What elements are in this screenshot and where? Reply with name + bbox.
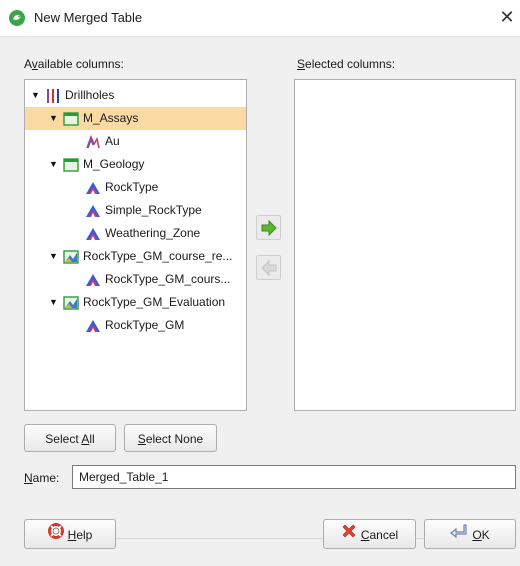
tree-item[interactable]: ▼ M_Geology [25,153,246,176]
category-column-icon [85,203,101,219]
numeric-column-icon [85,134,101,150]
name-input[interactable] [72,465,516,489]
add-column-button[interactable] [256,215,281,240]
drillholes-icon [45,88,61,104]
leapfrog-app-icon [9,10,25,26]
tree-item-label: RockType_GM_cours... [105,272,231,286]
help-button[interactable]: Help [24,519,116,549]
name-label: Name: [24,471,60,485]
tree-item-label: Simple_RockType [105,203,202,217]
tree-item[interactable]: Weathering_Zone [25,222,246,245]
tree-item-label: Drillholes [65,88,115,102]
expand-arrow-icon[interactable]: ▼ [49,245,58,268]
tree-item[interactable]: ▼ Drillholes [25,84,246,107]
tree-item-label: Au [105,134,120,148]
tree-item-label: RockType [105,180,159,194]
category-column-icon [85,272,101,288]
expand-arrow-icon[interactable]: ▼ [49,291,58,314]
select-none-button[interactable]: Select None [124,424,217,452]
tree-item[interactable]: Simple_RockType [25,199,246,222]
remove-column-button[interactable] [256,255,281,280]
category-column-icon [85,318,101,334]
available-columns-tree[interactable]: ▼ Drillholes ▼ M_Assays Au ▼ M_Geology RockType… [24,79,247,411]
tree-item-label: RockType_GM [105,318,185,332]
category-column-icon [85,226,101,242]
tree-item[interactable]: ▼ RockType_GM_course_re... [25,245,246,268]
category-column-icon [85,180,101,196]
window-title: New Merged Table [34,10,143,25]
expand-arrow-icon[interactable]: ▼ [49,153,58,176]
model-table-icon [63,249,79,265]
table-icon [63,157,79,173]
tree-item[interactable]: RockType [25,176,246,199]
tree-item[interactable]: ▼ M_Assays [25,107,246,130]
expand-arrow-icon[interactable]: ▼ [31,84,40,107]
add-arrow-icon [261,219,277,237]
tree-item[interactable]: RockType_GM [25,314,246,337]
enter-arrow-icon [450,521,468,549]
table-icon [63,111,79,127]
tree-item-label: RockType_GM_Evaluation [83,295,226,309]
model-table-icon [63,295,79,311]
cancel-button[interactable]: Cancel [323,519,416,549]
tree-item[interactable]: ▼ RockType_GM_Evaluation [25,291,246,314]
available-columns-label: Available columns: [24,57,124,71]
tree-item[interactable]: RockType_GM_cours... [25,268,246,291]
tree-item[interactable]: Au [25,130,246,153]
title-bar: New Merged Table ✕ [0,0,520,37]
expand-arrow-icon[interactable]: ▼ [49,107,58,130]
tree-item-label: Weathering_Zone [105,226,201,240]
lifebuoy-icon [47,521,64,549]
cancel-x-icon [341,521,357,549]
ok-button[interactable]: OK [424,519,516,549]
selected-columns-list[interactable] [294,79,516,411]
tree-item-label: RockType_GM_course_re... [83,249,233,263]
close-button[interactable]: ✕ [494,0,520,36]
remove-arrow-icon [261,259,277,277]
tree-item-label: M_Assays [83,111,139,125]
select-all-button[interactable]: Select All [24,424,116,452]
tree-item-label: M_Geology [83,157,145,171]
selected-columns-label: Selected columns: [297,57,396,71]
